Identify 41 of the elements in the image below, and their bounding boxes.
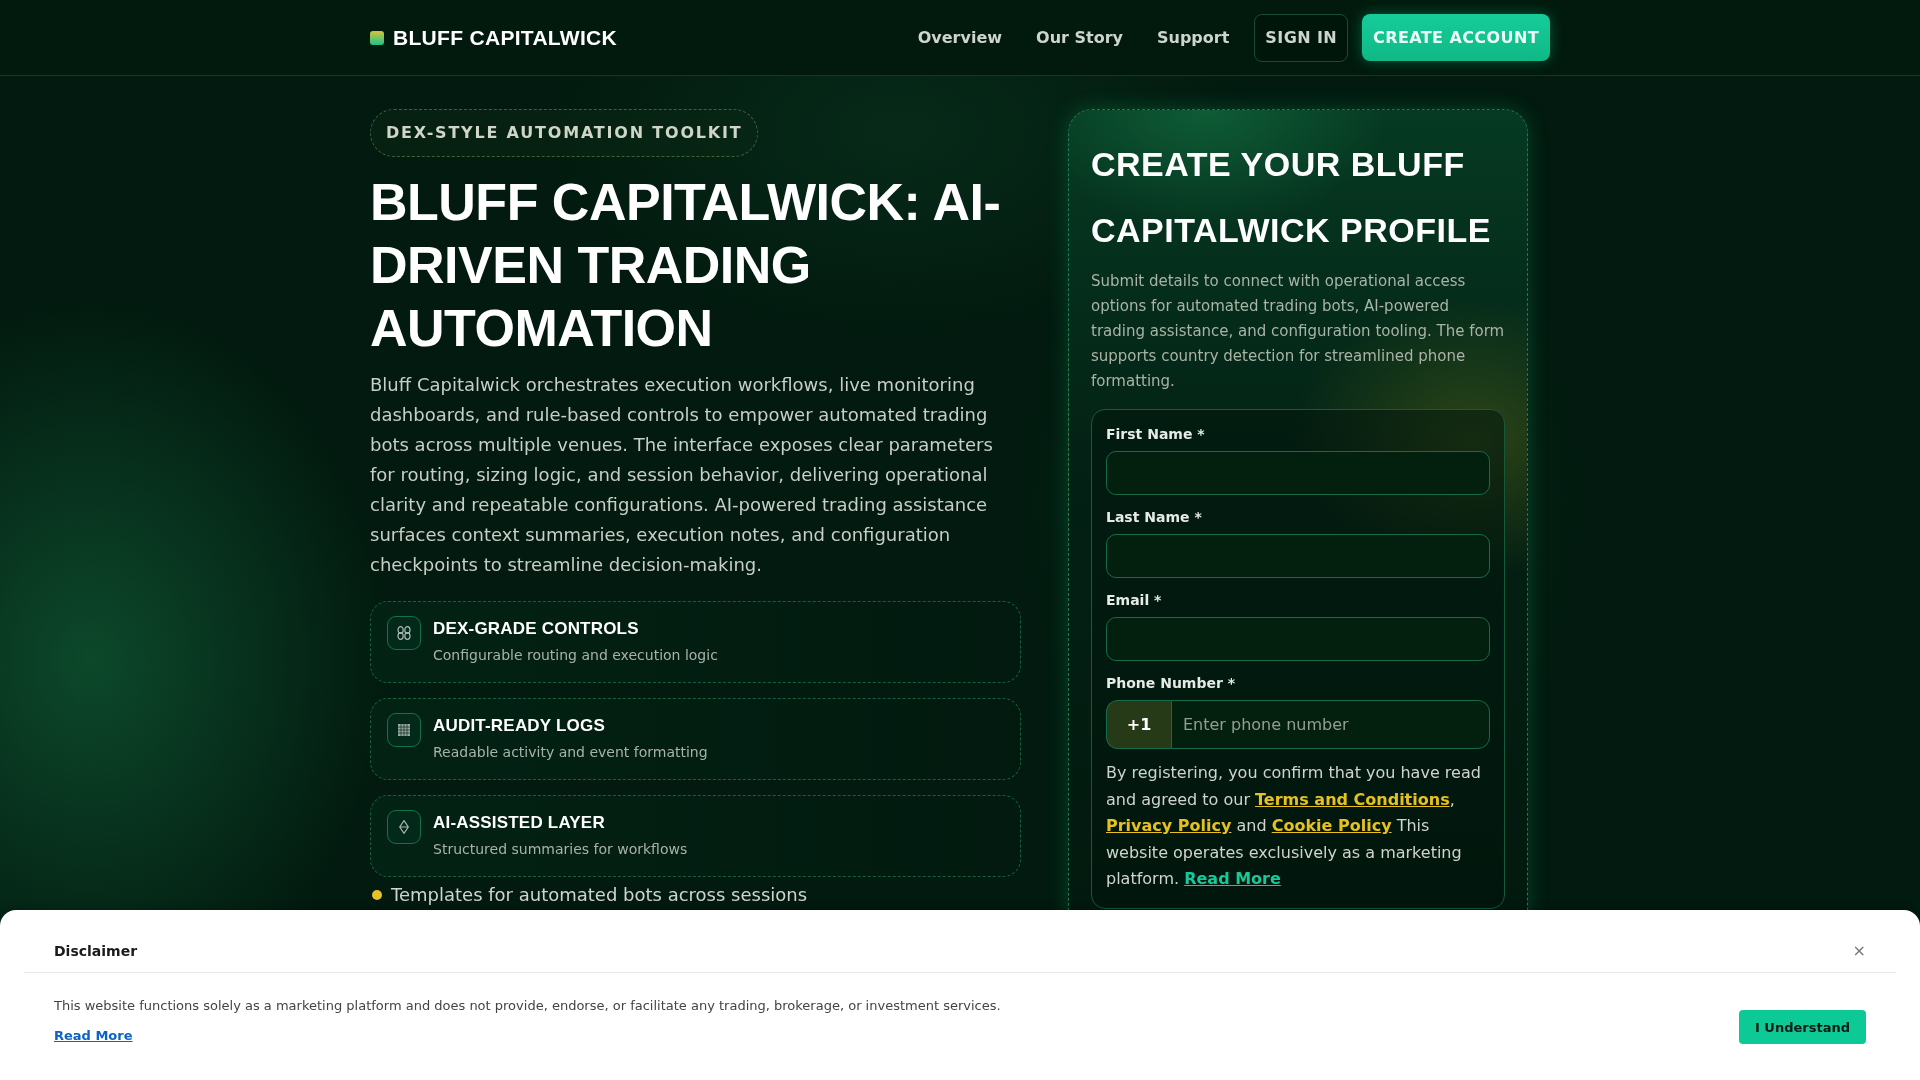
grid-icon <box>387 713 421 747</box>
sign-in-button[interactable]: SIGN IN <box>1254 13 1349 62</box>
signup-title: CREATE YOUR BLUFF CAPITALWICK PROFILE <box>1091 144 1492 251</box>
hero-description: Bluff Capitalwick orchestrates execution workflows, live monitoring dashboards, and rule-based controls to empower automated trading bots across multiple venues. The interface exposes clear parameters for routing, sizing logic, and session behavior, delivering operational clarity and repeatable configurations. AI-powered trading assistance surfaces context summaries, execution notes, and configuration checkpoints to streamline decision-making. <box>370 373 994 577</box>
read-more-link[interactable]: Read More <box>54 1027 133 1044</box>
brand-name[interactable]: BLUFF CAPITALWICK <box>393 24 617 51</box>
field-label: First Name * <box>1106 425 1206 444</box>
feature-subtitle: Configurable routing and execution logic <box>433 646 718 665</box>
logo-icon <box>370 30 384 45</box>
input-field[interactable] <box>1106 617 1490 661</box>
close-button[interactable]: × <box>1852 941 1866 961</box>
feature-title: AUDIT-READY LOGS <box>433 715 606 737</box>
diamond-icon <box>387 810 421 844</box>
signup-description: Submit details to connect with operational access options for automated trading bots, AI-powered trading assistance, and configuration tooling. The form supports country detection for streamlined phone formatting. <box>1091 271 1505 392</box>
policy-link[interactable]: Privacy Policy <box>1106 816 1232 835</box>
feature-subtitle: Structured summaries for workflows <box>433 840 688 859</box>
nav-link[interactable]: Support <box>1157 28 1230 47</box>
country-code[interactable]: +1 <box>1106 700 1171 749</box>
disclaimer-title: Disclaimer <box>54 942 138 961</box>
input-field[interactable] <box>1106 534 1490 578</box>
field-label: Email * <box>1106 591 1163 610</box>
consent-text: By registering, you confirm that you have read and agreed to our Terms and Conditions, Privacy Policy and Cookie Policy This website operates exclusively as a marketing platform. Read More <box>1106 762 1482 890</box>
feature-subtitle: Readable activity and event formatting <box>433 743 708 762</box>
feature-title: DEX-GRADE CONTROLS <box>433 618 640 640</box>
policy-link[interactable]: Terms and Conditions <box>1255 789 1450 809</box>
hero-title: BLUFF CAPITALWICK: AI-DRIVEN TRADING AUTOMATION <box>370 172 1002 359</box>
feature-title: AI-ASSISTED LAYER <box>433 812 606 834</box>
nav-link[interactable]: Our Story <box>1036 28 1123 47</box>
nav-link[interactable]: Overview <box>917 28 1003 47</box>
bullet-icon <box>372 890 382 900</box>
input-field[interactable] <box>1106 451 1490 495</box>
chain-icon <box>387 616 421 650</box>
disclaimer-text: This website functions solely as a marketing platform and does not provide, endorse, or facilitate any trading, brokerage, or investment services. <box>54 997 1001 1014</box>
read-more-link[interactable]: Read More <box>1184 869 1281 888</box>
bullet-text: Templates for automated bots across sessions <box>391 884 808 906</box>
field-label: Last Name * <box>1106 508 1203 527</box>
field-label: Phone Number * <box>1106 674 1237 693</box>
hero-tag: DEX-STYLE AUTOMATION TOOLKIT <box>370 109 759 157</box>
understand-button[interactable]: I Understand <box>1739 1010 1866 1044</box>
phone-input[interactable]: Enter phone number <box>1171 700 1490 749</box>
policy-link[interactable]: Cookie Policy <box>1271 816 1392 835</box>
